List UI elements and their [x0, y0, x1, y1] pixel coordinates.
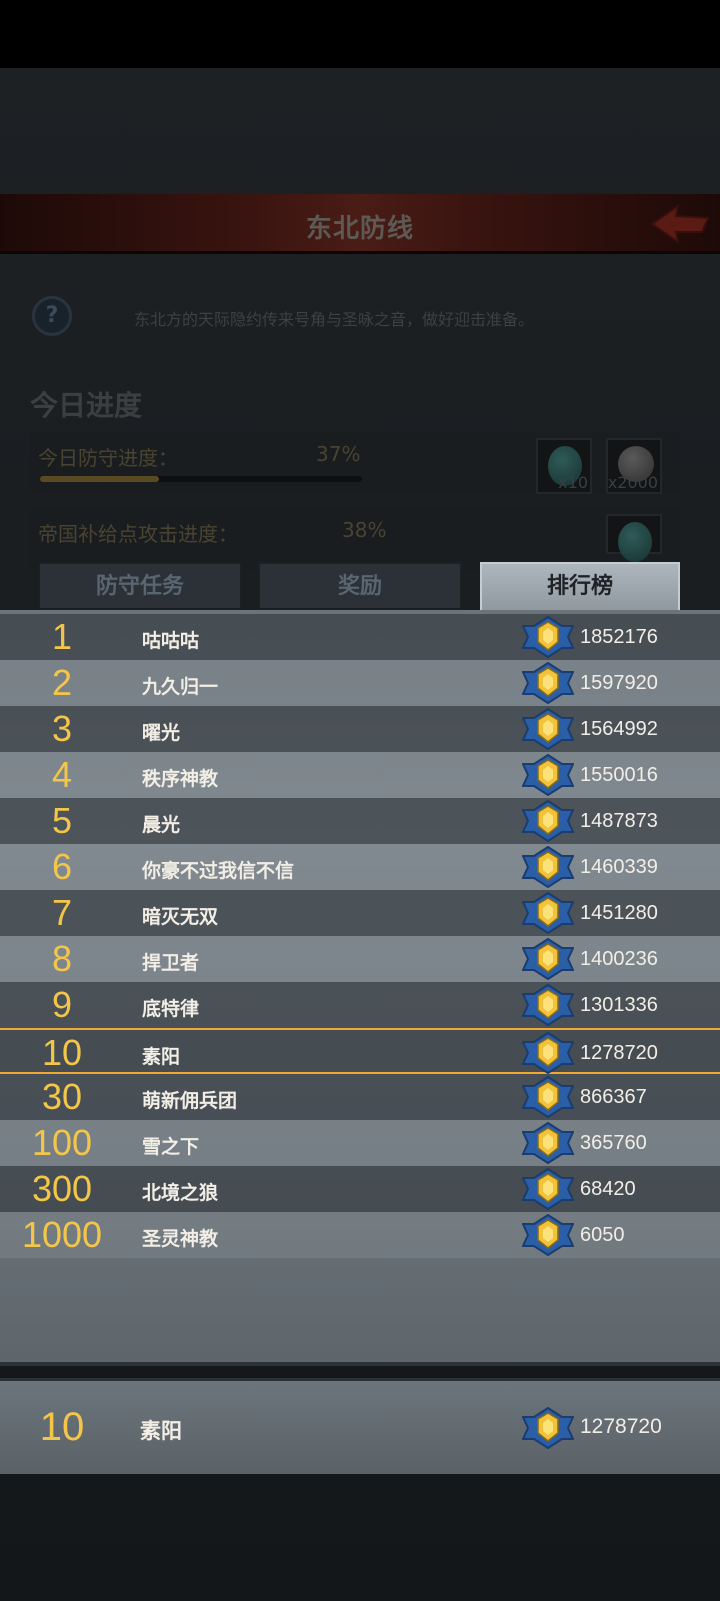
rank-number: 1000 [21, 1214, 103, 1255]
title-bar: 东北防线 [0, 194, 720, 254]
my-rank-number: 10 [39, 1405, 85, 1449]
player-score: 68420 [580, 1178, 636, 1200]
leaderboard-row[interactable]: 1 咕咕咕 1852176 [0, 614, 720, 660]
today-progress-title: 今日进度 [30, 389, 143, 422]
player-name: 底特律 [142, 998, 200, 1020]
rank-number: 7 [51, 892, 73, 933]
player-score: 1301336 [580, 994, 658, 1016]
leaderboard-panel: 1 咕咕咕 1852176 2 九久归一 1597920 3 曜光 1564992 4 秩序神教 15… [0, 610, 720, 1366]
reward-coin[interactable]: x2000 [606, 438, 662, 494]
rank-number: 4 [51, 754, 73, 795]
my-score: 1278720 [580, 1415, 662, 1438]
player-score: 1852176 [580, 626, 658, 648]
gem-icon [618, 522, 652, 562]
player-score: 1451280 [580, 902, 658, 924]
shield-badge-icon [522, 1214, 574, 1256]
help-icon[interactable]: ? [32, 296, 72, 336]
defense-progress-fill [40, 476, 160, 482]
player-name: 秩序神教 [142, 768, 219, 790]
shield-badge-icon [522, 616, 574, 658]
back-arrow-icon [650, 203, 710, 245]
shield-badge-icon [522, 662, 574, 704]
player-score: 866367 [580, 1086, 647, 1108]
tab-rewards[interactable]: 奖励 [258, 562, 462, 610]
shield-badge-icon [522, 1168, 574, 1210]
player-name: 咕咕咕 [142, 630, 200, 652]
leaderboard-row[interactable]: 9 底特律 1301336 [0, 982, 720, 1028]
my-player-name: 素阳 [140, 1419, 182, 1443]
shield-badge-icon [522, 1122, 574, 1164]
rank-number: 8 [51, 938, 73, 979]
shield-badge-icon [522, 1032, 574, 1074]
reward-qty: x10 [558, 473, 588, 492]
player-score: 1400236 [580, 948, 658, 970]
shield-badge-icon [522, 708, 574, 750]
leaderboard-row[interactable]: 10 素阳 1278720 [0, 1028, 720, 1074]
rank-number: 10 [41, 1032, 83, 1073]
rank-number: 30 [41, 1076, 83, 1117]
shield-badge-icon [522, 984, 574, 1026]
leaderboard-row[interactable]: 30 萌新佣兵团 866367 [0, 1074, 720, 1120]
player-name: 九久归一 [142, 676, 219, 698]
player-name: 曜光 [142, 722, 181, 744]
rank-number: 2 [51, 662, 73, 703]
status-bar-area [0, 0, 720, 68]
player-score: 1278720 [580, 1042, 658, 1064]
shield-badge-icon [522, 938, 574, 980]
player-name: 北境之狼 [142, 1182, 219, 1204]
leaderboard-row[interactable]: 3 曜光 1564992 [0, 706, 720, 752]
player-name: 雪之下 [142, 1136, 200, 1158]
reward-gem-2[interactable] [606, 514, 662, 562]
back-button[interactable] [648, 202, 712, 246]
defense-progress-label: 今日防守进度： [38, 446, 178, 470]
attack-progress-percent: 38% [342, 518, 387, 542]
rank-number: 5 [51, 800, 73, 841]
my-rank-row: 10 素阳 1278720 [0, 1378, 720, 1474]
rank-number: 300 [31, 1168, 93, 1209]
leaderboard-row[interactable]: 6 你豪不过我信不信 1460339 [0, 844, 720, 890]
player-name: 素阳 [142, 1046, 181, 1068]
player-name: 捍卫者 [142, 952, 200, 974]
shield-badge-icon [522, 754, 574, 796]
leaderboard-row[interactable]: 2 九久归一 1597920 [0, 660, 720, 706]
reward-gem[interactable]: x10 [536, 438, 592, 494]
leaderboard-row[interactable]: 7 暗灭无双 1451280 [0, 890, 720, 936]
rank-number: 3 [51, 708, 73, 749]
player-score: 365760 [580, 1132, 647, 1154]
leaderboard-row[interactable]: 100 雪之下 365760 [0, 1120, 720, 1166]
shield-badge-icon [522, 800, 574, 842]
player-score: 1597920 [580, 672, 658, 694]
shield-badge-icon [522, 846, 574, 888]
player-name: 晨光 [142, 814, 181, 836]
defense-progress-track [40, 476, 362, 482]
event-description: 东北方的天际隐约传来号角与圣咏之音，做好迎击准备。 [134, 310, 535, 329]
shield-badge-icon [522, 1076, 574, 1118]
attack-progress: 帝国补给点攻击进度： 38% [30, 508, 680, 570]
rank-number: 6 [51, 846, 73, 887]
shield-badge-icon [522, 892, 574, 934]
rank-number: 1 [51, 616, 73, 657]
player-name: 萌新佣兵团 [142, 1090, 238, 1112]
leaderboard-row[interactable]: 8 捍卫者 1400236 [0, 936, 720, 982]
player-score: 1550016 [580, 764, 658, 786]
player-score: 1564992 [580, 718, 658, 740]
player-name: 暗灭无双 [142, 906, 219, 928]
leaderboard-row[interactable]: 4 秩序神教 1550016 [0, 752, 720, 798]
attack-progress-label: 帝国补给点攻击进度： [38, 522, 238, 546]
leaderboard-row[interactable]: 1000 圣灵神教 6050 [0, 1212, 720, 1258]
reward-qty: x2000 [607, 473, 658, 492]
shield-badge-icon [522, 1407, 574, 1449]
player-score: 1460339 [580, 856, 658, 878]
player-name: 你豪不过我信不信 [142, 860, 295, 882]
rank-number: 9 [51, 984, 73, 1025]
defense-progress-percent: 37% [316, 442, 361, 466]
player-name: 圣灵神教 [142, 1228, 219, 1250]
player-score: 6050 [580, 1224, 625, 1246]
page-title: 东北防线 [305, 214, 414, 244]
player-score: 1487873 [580, 810, 658, 832]
rank-number: 100 [31, 1122, 93, 1163]
leaderboard-row[interactable]: 300 北境之狼 68420 [0, 1166, 720, 1212]
tab-defense-tasks[interactable]: 防守任务 [38, 562, 242, 610]
leaderboard-row[interactable]: 5 晨光 1487873 [0, 798, 720, 844]
